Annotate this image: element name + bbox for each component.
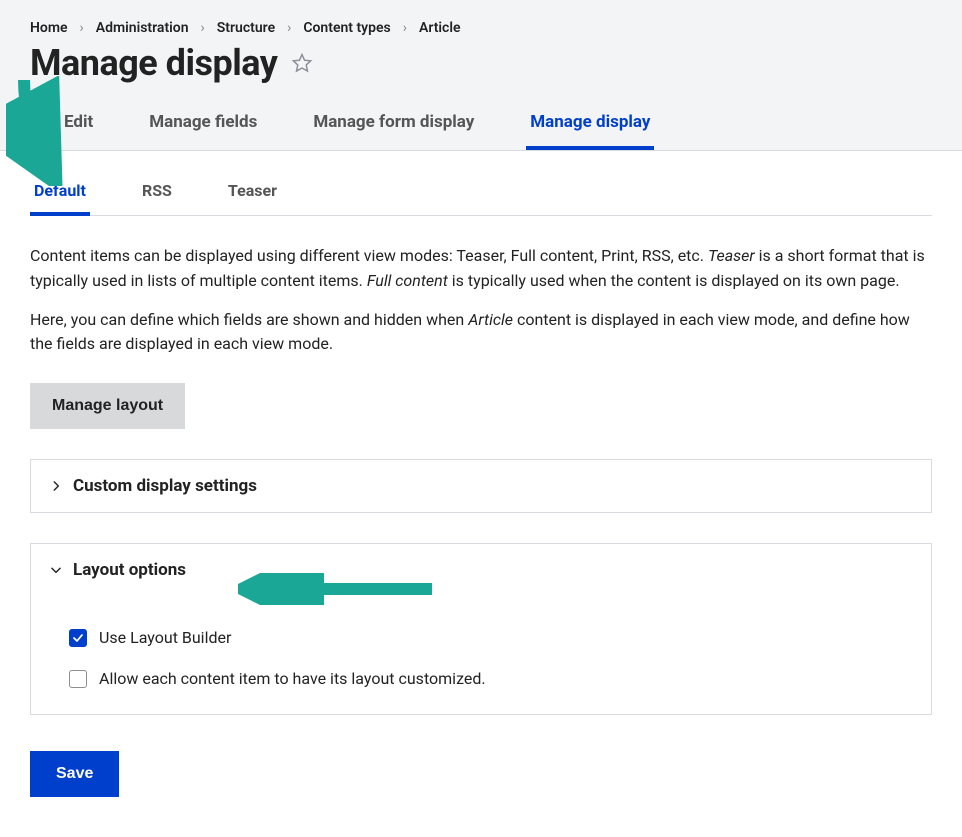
desc-fullcontent-em: Full content <box>367 271 448 290</box>
breadcrumb: Home › Administration › Structure › Cont… <box>30 20 932 36</box>
primary-tabs: Edit Manage fields Manage form display M… <box>30 102 932 150</box>
allow-custom-checkbox[interactable] <box>69 670 87 688</box>
desc-text: Content items can be displayed using dif… <box>30 246 708 265</box>
layout-options-toggle[interactable]: Layout options <box>31 544 931 596</box>
use-layout-builder-label: Use Layout Builder <box>99 628 231 647</box>
use-layout-builder-row: Use Layout Builder <box>69 628 913 647</box>
breadcrumb-sep: › <box>403 20 407 36</box>
tab-manage-display[interactable]: Manage display <box>526 102 654 150</box>
content-region: Default RSS Teaser Content items can be … <box>0 171 962 837</box>
breadcrumb-sep: › <box>201 20 205 36</box>
breadcrumb-administration[interactable]: Administration <box>96 20 189 36</box>
subtab-teaser[interactable]: Teaser <box>224 171 281 216</box>
layout-options-label: Layout options <box>73 560 186 580</box>
subtab-rss[interactable]: RSS <box>138 171 176 216</box>
breadcrumb-sep: › <box>287 20 291 36</box>
page-title-row: Manage display <box>30 42 932 84</box>
manage-layout-button[interactable]: Manage layout <box>30 383 185 429</box>
allow-custom-label: Allow each content item to have its layo… <box>99 669 486 688</box>
custom-display-settings-label: Custom display settings <box>73 476 257 496</box>
breadcrumb-sep: › <box>80 20 84 36</box>
page-title: Manage display <box>30 42 277 84</box>
desc-text: Here, you can define which fields are sh… <box>30 310 468 329</box>
tab-manage-fields[interactable]: Manage fields <box>145 102 261 150</box>
save-button[interactable]: Save <box>30 751 119 797</box>
breadcrumb-article[interactable]: Article <box>419 20 461 36</box>
star-favorite-icon[interactable] <box>291 52 313 74</box>
tab-edit[interactable]: Edit <box>60 102 97 150</box>
description-text: Content items can be displayed using dif… <box>30 244 932 357</box>
desc-teaser-em: Teaser <box>708 246 755 265</box>
subtab-default[interactable]: Default <box>30 171 90 216</box>
chevron-right-icon <box>49 479 63 493</box>
custom-display-settings-toggle[interactable]: Custom display settings <box>31 460 931 512</box>
chevron-down-icon <box>49 563 63 577</box>
custom-display-settings-panel: Custom display settings <box>30 459 932 513</box>
breadcrumb-content-types[interactable]: Content types <box>303 20 390 36</box>
layout-options-panel: Layout options Use Layout Builder Allow … <box>30 543 932 715</box>
tab-manage-form-display[interactable]: Manage form display <box>309 102 478 150</box>
desc-text: is typically used when the content is di… <box>448 271 900 290</box>
secondary-tabs: Default RSS Teaser <box>30 171 932 216</box>
header-region: Home › Administration › Structure › Cont… <box>0 0 962 151</box>
breadcrumb-structure[interactable]: Structure <box>217 20 275 36</box>
breadcrumb-home[interactable]: Home <box>30 20 68 36</box>
layout-options-body: Use Layout Builder Allow each content it… <box>31 596 931 714</box>
desc-article-em: Article <box>468 310 513 329</box>
allow-custom-row: Allow each content item to have its layo… <box>69 669 913 688</box>
use-layout-builder-checkbox[interactable] <box>69 629 87 647</box>
